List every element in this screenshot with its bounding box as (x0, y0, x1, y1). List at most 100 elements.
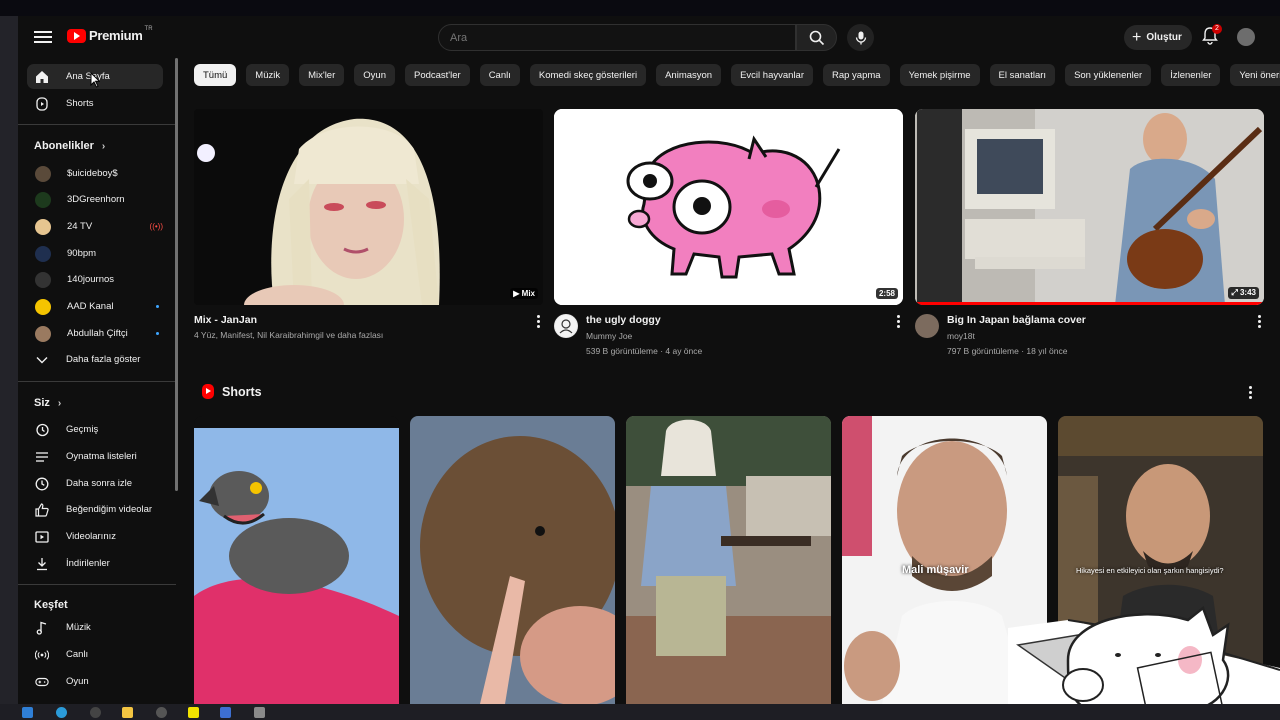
logo-region: TR (144, 25, 153, 32)
microphone-icon (855, 31, 866, 44)
music-icon (35, 621, 49, 635)
sidebar-item-3dgreenhorn[interactable]: 3DGreenhorn (27, 187, 163, 212)
sidebar-item-history[interactable]: Geçmiş (27, 417, 163, 442)
gaming-icon (35, 675, 49, 689)
search-box[interactable] (438, 24, 796, 51)
sidebar-item-label: 3DGreenhorn (67, 194, 125, 205)
show-more-button[interactable]: Daha fazla göster (27, 347, 163, 372)
chip-cooking[interactable]: Yemek pişirme (899, 64, 980, 86)
guide-menu-icon[interactable] (34, 28, 52, 46)
video-menu-button[interactable] (1255, 315, 1263, 329)
sidebar-item-suicideboys[interactable]: $uicideboy$ (27, 161, 163, 186)
video-menu-button[interactable] (894, 315, 902, 329)
sidebar-item-24tv[interactable]: 24 TV ((•)) (27, 214, 163, 239)
chip-watched[interactable]: İzlenenler (1161, 64, 1221, 86)
obs-icon[interactable] (90, 707, 101, 718)
watch-progress-bar (915, 302, 1264, 305)
sidebar-item-shorts[interactable]: Shorts (27, 91, 163, 116)
search-input[interactable] (439, 25, 795, 50)
youtube-logo-icon (67, 28, 86, 43)
sidebar-item-your-videos[interactable]: Videolarınız (27, 524, 163, 549)
short-card[interactable] (626, 416, 831, 704)
sidebar-item-live[interactable]: Canlı (27, 642, 163, 667)
video-title[interactable]: Big In Japan bağlama cover (947, 314, 1086, 326)
chip-new-to-you[interactable]: Yeni öneriler (1230, 64, 1280, 86)
account-avatar[interactable] (1237, 28, 1255, 46)
sidebar-item-label: Shorts (66, 98, 94, 109)
app-icon[interactable] (254, 707, 265, 718)
sidebar-item-label: Ana Sayfa (66, 71, 110, 82)
channel-name[interactable]: Mummy Joe (586, 331, 632, 341)
sidebar-item-gaming[interactable]: Oyun (27, 669, 163, 694)
sidebar-item-90bpm[interactable]: 90bpm (27, 241, 163, 266)
app-icon[interactable] (220, 707, 231, 718)
sidebar-item-abdullah-ciftci[interactable]: Abdullah Çiftçi (27, 321, 163, 346)
create-button[interactable]: + Oluştur (1124, 25, 1192, 50)
thumbnail-image (554, 109, 903, 305)
chip-music[interactable]: Müzik (246, 64, 290, 86)
sidebar-divider (18, 584, 176, 585)
mix-badge-label: Mix (521, 289, 535, 298)
file-explorer-icon[interactable] (122, 707, 133, 718)
search-button[interactable] (796, 24, 837, 51)
chip-rap[interactable]: Rap yapma (822, 64, 890, 86)
video-thumbnail[interactable]: ⤢ 3:43 (915, 109, 1264, 305)
chip-pets[interactable]: Evcil hayvanlar (731, 64, 813, 86)
explore-heading: Keşfet (34, 599, 68, 611)
channel-name[interactable]: moy18t (947, 331, 975, 341)
youtube-premium-logo[interactable]: Premium TR (67, 25, 153, 43)
chevron-down-icon (35, 353, 49, 367)
notes-icon[interactable] (188, 707, 199, 718)
sidebar-item-watch-later[interactable]: Daha sonra izle (27, 471, 163, 496)
voice-search-button[interactable] (847, 24, 874, 51)
video-title[interactable]: the ugly doggy (586, 314, 661, 326)
sidebar-divider (18, 124, 176, 125)
section-title: Abonelikler (34, 140, 94, 152)
sidebar-item-label: AAD Kanal (67, 301, 114, 312)
video-thumbnail[interactable]: ▶ Mix (194, 109, 543, 305)
app-icon[interactable] (156, 707, 167, 718)
chip-animation[interactable]: Animasyon (656, 64, 722, 86)
chip-comedy[interactable]: Komedi skeç gösterileri (529, 64, 647, 86)
sidebar-divider (18, 381, 176, 382)
chip-recently-uploaded[interactable]: Son yüklenenler (1065, 64, 1152, 86)
sidebar-item-140journos[interactable]: 140journos (27, 267, 163, 292)
short-card[interactable] (410, 416, 615, 704)
chip-all[interactable]: Tümü (194, 64, 237, 86)
video-duration: ⤢ 3:43 (1228, 287, 1259, 299)
start-icon[interactable] (22, 707, 33, 718)
video-duration-label: 3:43 (1239, 288, 1256, 297)
sidebar-item-music[interactable]: Müzik (27, 615, 163, 640)
browser-icon[interactable] (56, 707, 67, 718)
you-heading[interactable]: Siz › (34, 397, 61, 409)
guide-sidebar: Ana Sayfa Shorts Abonelikler › $uicideboy… (18, 60, 176, 704)
video-title[interactable]: Mix - JanJan (194, 314, 257, 326)
shorts-menu-button[interactable] (1246, 386, 1254, 400)
sidebar-item-label: Oyun (66, 676, 89, 687)
channel-avatar[interactable] (915, 314, 939, 338)
logo-text: Premium (89, 28, 143, 43)
live-icon (35, 648, 49, 662)
chip-gaming[interactable]: Oyun (354, 64, 395, 86)
video-stats: 797 B görüntüleme · 18 yıl önce (947, 346, 1068, 356)
chip-live[interactable]: Canlı (479, 64, 520, 86)
masthead: Premium TR + Oluştur 2 (18, 16, 1280, 60)
short-overlay-text: Hikayesi en etkileyici olan şarkın hangi… (1076, 566, 1224, 575)
chip-podcasts[interactable]: Podcast'ler (404, 64, 470, 86)
sidebar-item-liked-videos[interactable]: Beğendiğim videolar (27, 497, 163, 522)
video-menu-button[interactable] (534, 315, 542, 329)
sidebar-item-aad-kanal[interactable]: AAD Kanal (27, 294, 163, 319)
video-thumbnail[interactable]: 2:58 (554, 109, 903, 305)
subscriptions-heading[interactable]: Abonelikler › (34, 140, 105, 152)
chip-crafts[interactable]: El sanatları (989, 64, 1056, 86)
chip-mixes[interactable]: Mix'ler (299, 64, 345, 86)
sidebar-item-playlists[interactable]: Oynatma listeleri (27, 444, 163, 469)
video-stats: 539 B görüntüleme · 4 ay önce (586, 346, 703, 356)
sidebar-scrollbar[interactable] (175, 58, 178, 491)
sidebar-item-downloads[interactable]: İndirilenler (27, 551, 163, 576)
thumbnail-image (915, 109, 1264, 305)
shorts-icon (202, 384, 214, 399)
short-card[interactable] (194, 416, 399, 704)
channel-avatar[interactable] (554, 314, 578, 338)
mix-badge: ▶ Mix (510, 288, 538, 299)
